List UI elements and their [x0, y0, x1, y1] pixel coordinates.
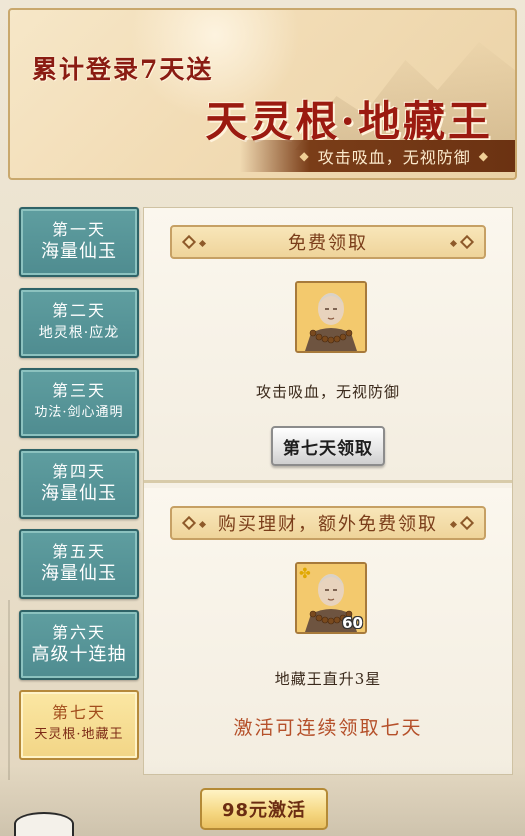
day-tab-6[interactable]: 第六天 高级十连抽: [19, 610, 139, 680]
day-tab-2[interactable]: 第二天 地灵根·应龙: [19, 288, 139, 358]
diamond-icon: [181, 234, 197, 250]
diamond-icon: [459, 515, 475, 531]
free-reward-description: 攻击吸血，无视防御: [255, 383, 400, 401]
paid-section-header: 购买理财，额外免费领取: [170, 506, 486, 540]
diamond-icon: [181, 515, 197, 531]
free-reward-section: 免费领取 攻击吸血，无视防御 第七天领取: [144, 208, 512, 483]
day-tab-1[interactable]: 第一天 海量仙玉: [19, 207, 139, 277]
day-tab-label: 第五天: [51, 542, 106, 561]
banner-subtitle-bar: ◆ 攻击吸血，无视防御 ◆: [240, 140, 515, 172]
day-tab-reward: 功法·剑心通明: [34, 405, 124, 420]
paid-section-title: 购买理财，额外免费领取: [218, 514, 438, 535]
banner-title-line1: 累计登录7天送: [32, 55, 214, 84]
day-tab-5[interactable]: 第五天 海量仙玉: [19, 529, 139, 599]
diamond-dot-icon: [449, 239, 458, 248]
day-tab-reward: 海量仙玉: [41, 563, 117, 584]
hero-avatar[interactable]: [295, 281, 367, 353]
day-tab-reward: 地灵根·应龙: [38, 325, 120, 341]
day-tab-label: 第三天: [51, 381, 106, 400]
diamond-dot-icon: [449, 520, 458, 529]
hero-avatar-upgraded[interactable]: ✤ 60: [295, 562, 367, 634]
activate-note: 激活可连续领取七天: [233, 717, 423, 739]
diamond-icon: [459, 234, 475, 250]
day-tab-label: 第七天: [51, 703, 106, 722]
day-tab-reward: 海量仙玉: [41, 483, 117, 504]
day-tab-4[interactable]: 第四天 海量仙玉: [19, 449, 139, 519]
free-section-title: 免费领取: [288, 233, 368, 254]
diamond-dot-icon: [198, 239, 207, 248]
day-tab-reward: 高级十连抽: [31, 644, 127, 665]
cloud-corner-icon: [14, 812, 74, 836]
paid-reward-section: 购买理财，额外免费领取 ✤ 60 地藏王直升3星 激活可连续领取七天: [144, 488, 512, 774]
day-tab-reward: 海量仙玉: [41, 241, 117, 262]
activate-98-button[interactable]: 98元激活: [200, 788, 328, 830]
day-tab-label: 第四天: [51, 462, 106, 481]
claim-day7-button[interactable]: 第七天领取: [271, 426, 385, 466]
hero-level: 60: [342, 614, 363, 632]
day-tab-label: 第二天: [51, 301, 106, 320]
paid-reward-description: 地藏王直升3星: [274, 670, 382, 688]
bamboo-decoration: [8, 600, 22, 780]
diamond-icon: ◆: [299, 149, 310, 163]
day-tab-reward: 天灵根·地藏王: [34, 727, 124, 742]
day-tab-7[interactable]: 第七天 天灵根·地藏王: [19, 690, 139, 760]
day-tab-label: 第一天: [51, 220, 106, 239]
event-banner: 累计登录7天送 天灵根·地藏王 ◆ 攻击吸血，无视防御 ◆: [8, 8, 517, 180]
diamond-dot-icon: [198, 520, 207, 529]
reward-panel: 免费领取 攻击吸血，无视防御 第七天领取 购买理财，额外免费领取 ✤ 60 地藏…: [143, 207, 513, 775]
banner-subtitle: 攻击吸血，无视防御: [317, 148, 471, 167]
day-tab-3[interactable]: 第三天 功法·剑心通明: [19, 368, 139, 438]
monk-portrait-icon: [297, 283, 365, 351]
day-tab-label: 第六天: [51, 623, 106, 642]
free-section-header: 免费领取: [170, 225, 486, 259]
diamond-icon: ◆: [478, 149, 489, 163]
star-badge-icon: ✤: [299, 566, 311, 582]
